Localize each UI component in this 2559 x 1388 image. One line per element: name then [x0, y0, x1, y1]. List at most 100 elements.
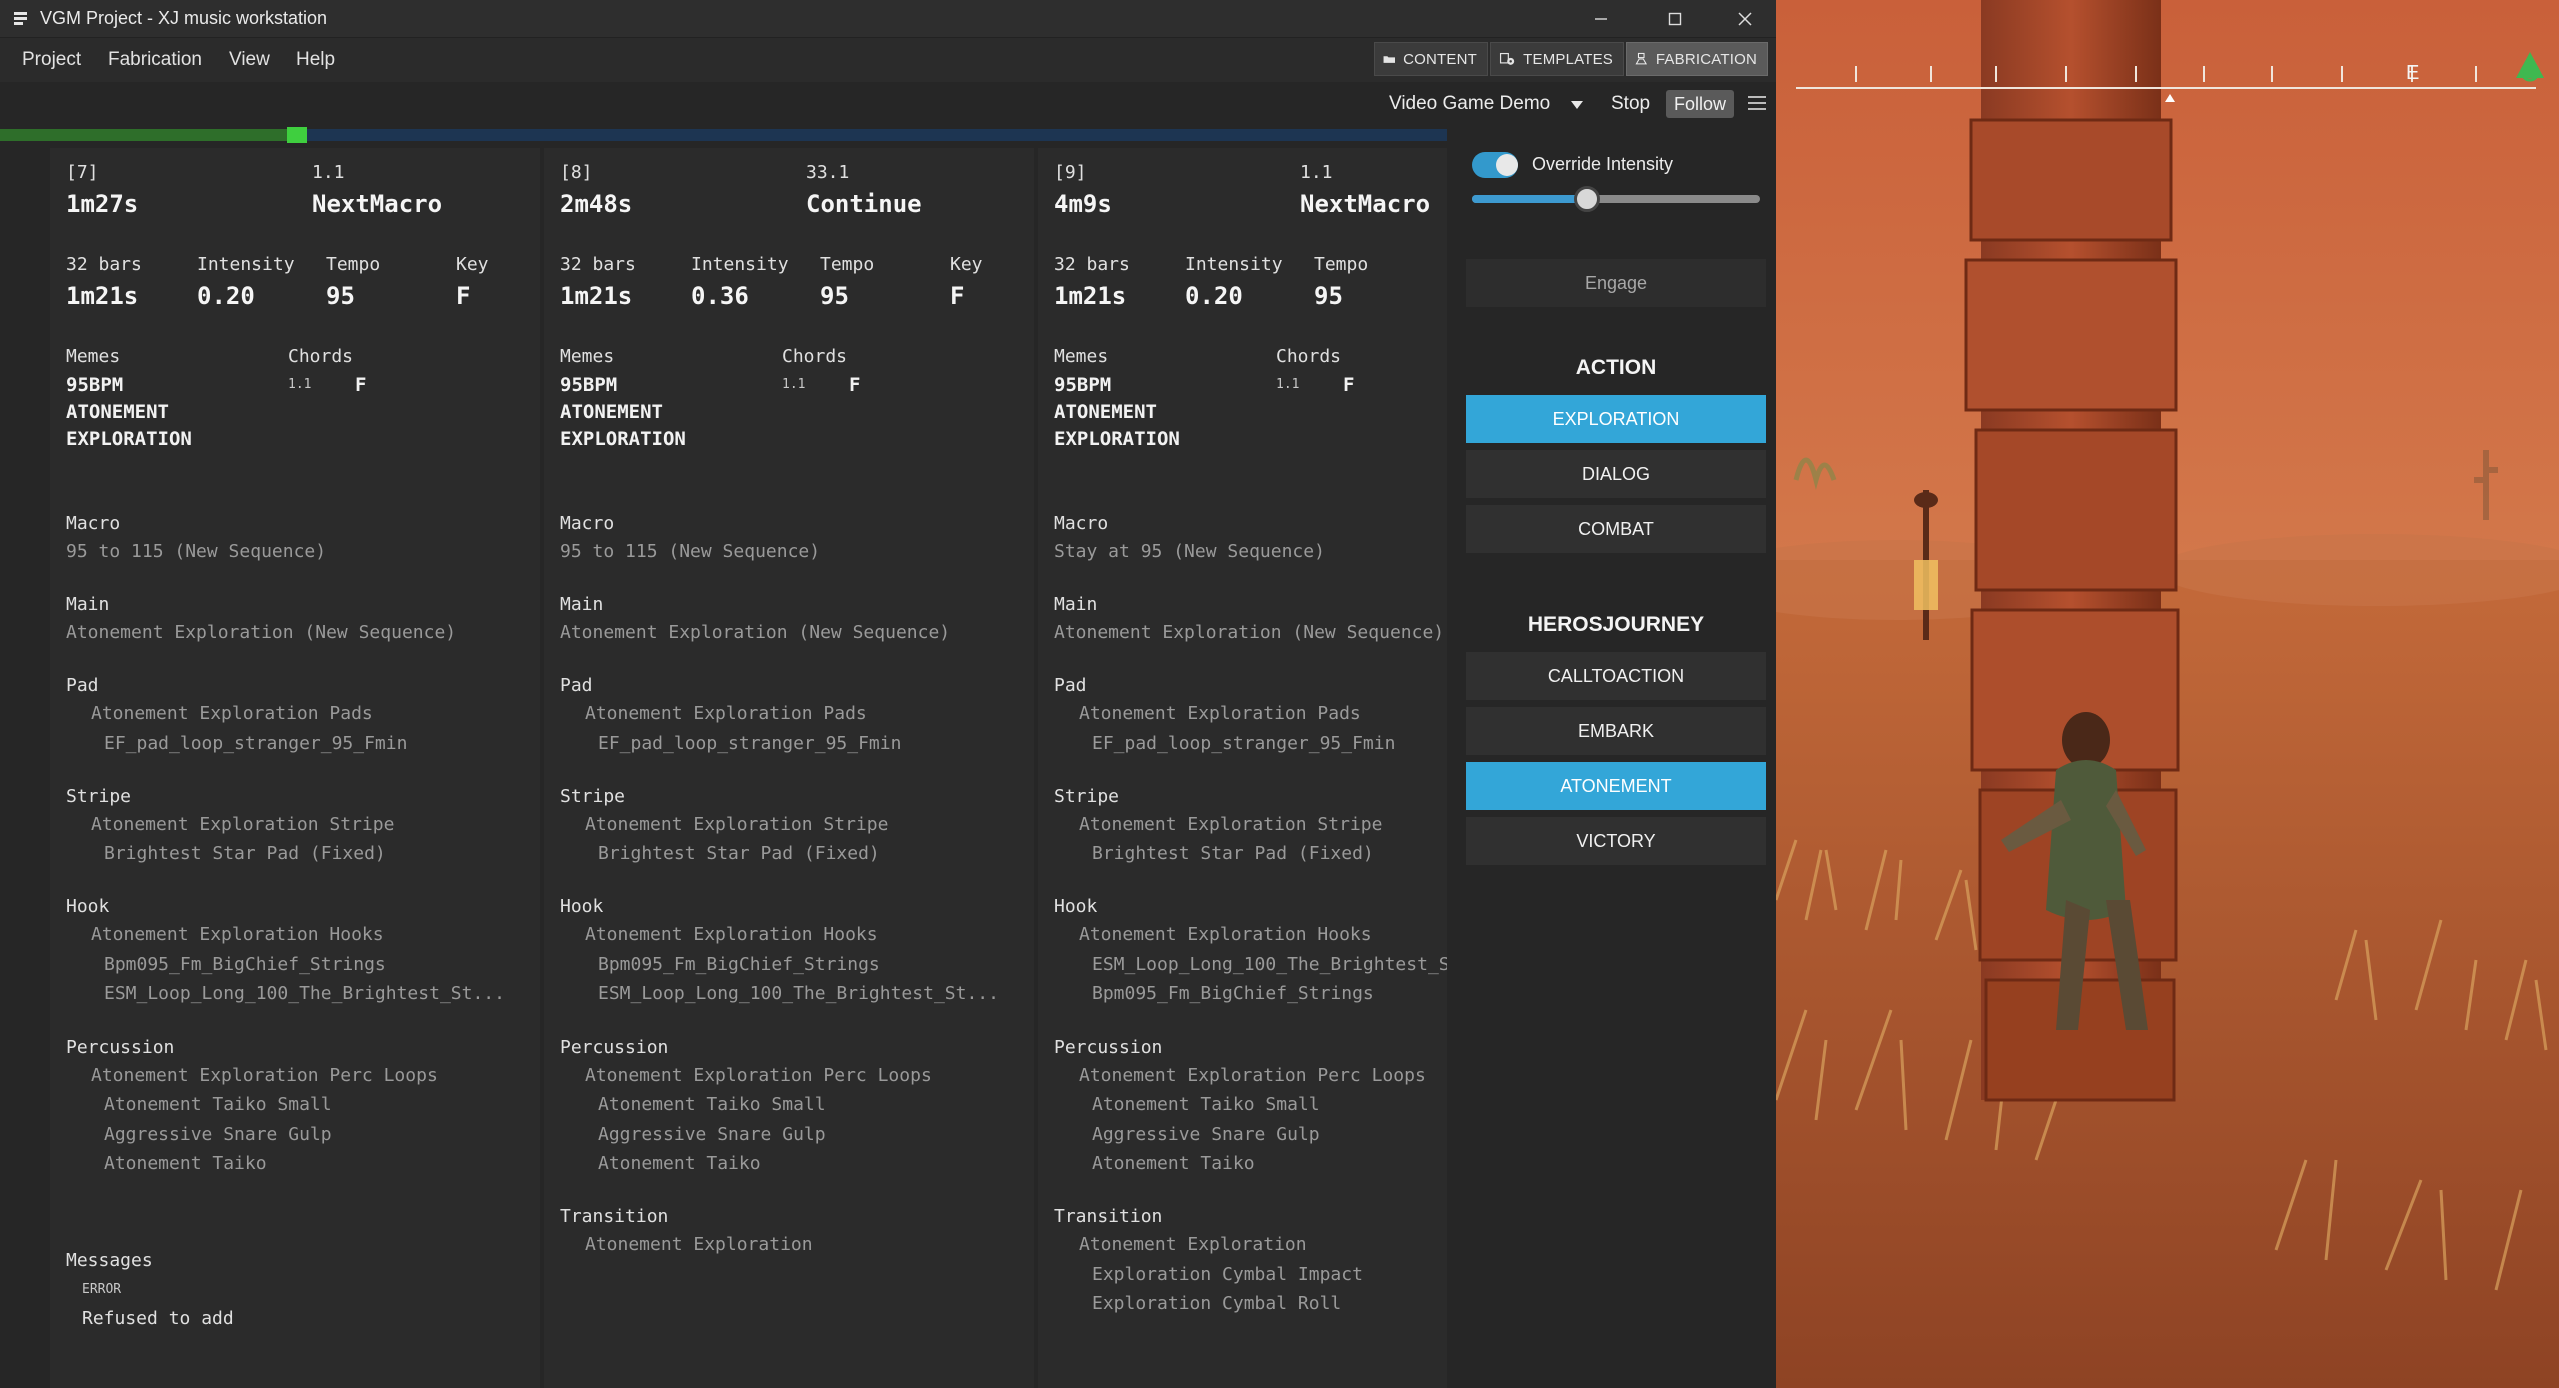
- segment-duration: 2m48s: [560, 190, 633, 218]
- section-line: 95 to 115 (New Sequence): [560, 541, 821, 562]
- section-line: Atonement Taiko: [1092, 1153, 1255, 1174]
- template-select[interactable]: Video Game Demo: [1389, 93, 1550, 115]
- segment-type: Continue: [806, 190, 922, 218]
- stop-button[interactable]: Stop: [1611, 93, 1650, 115]
- section-line: Brightest Star Pad (Fixed): [104, 843, 386, 865]
- macro-button-calltoaction[interactable]: CALLTOACTION: [1465, 651, 1767, 701]
- section-heading: Pad: [66, 675, 99, 697]
- menu-view[interactable]: View: [229, 49, 270, 71]
- section-line: Atonement Exploration Stripe: [585, 813, 889, 835]
- tab-content[interactable]: CONTENT: [1374, 42, 1488, 76]
- tab-fabrication-label: FABRICATION: [1655, 50, 1757, 68]
- override-intensity-label: Override Intensity: [1532, 154, 1674, 174]
- override-intensity-toggle[interactable]: [1472, 152, 1518, 178]
- section-heading: Percussion: [560, 1036, 669, 1058]
- section-line: ERROR: [82, 1282, 122, 1298]
- section-heading: Messages: [66, 1250, 153, 1272]
- stat-label: Key: [456, 254, 489, 275]
- section-line: Atonement Taiko Small: [598, 1094, 826, 1115]
- section-line: ESM_Loop_Long_100_The_Brightest_S: [1092, 953, 1447, 975]
- game-scene-image: [1776, 0, 2559, 1388]
- macro-button-exploration[interactable]: EXPLORATION: [1465, 394, 1767, 444]
- intensity-slider-handle[interactable]: [1574, 186, 1600, 212]
- stat-label: Tempo: [326, 254, 381, 275]
- section-line: Brightest Star Pad (Fixed): [1092, 843, 1374, 865]
- section-heading: Hook: [560, 896, 604, 918]
- chord-name: F: [355, 374, 367, 396]
- memes-label: Memes: [560, 346, 615, 367]
- toggle-knob: [1496, 154, 1518, 176]
- stat-value: F: [456, 282, 471, 310]
- minimize-button[interactable]: [1570, 0, 1632, 38]
- stat-label: Intensity: [1185, 254, 1283, 275]
- section-heading: Percussion: [1054, 1036, 1163, 1058]
- playhead[interactable]: [287, 127, 307, 143]
- meme-tag: EXPLORATION: [560, 428, 686, 450]
- engage-button[interactable]: Engage: [1465, 258, 1767, 308]
- follow-toggle[interactable]: Follow: [1666, 90, 1734, 118]
- section-line: Refused to add: [82, 1307, 234, 1329]
- stat-label: Intensity: [691, 254, 789, 275]
- section-heading: Transition: [1054, 1206, 1163, 1228]
- close-icon: [1738, 12, 1752, 26]
- control-group-heading: HEROSJOURNEY: [1527, 613, 1705, 636]
- segment-column: [9] 1.1 4m9s NextMacro 32 bars 1m21s Intensity…: [1038, 148, 1447, 1388]
- chords-label: Chords: [288, 346, 354, 367]
- chevron-down-icon[interactable]: [1570, 100, 1584, 110]
- tab-content-label: CONTENT: [1403, 50, 1477, 68]
- section-line: EF_pad_loop_stranger_95_Fmin: [598, 732, 902, 754]
- maximize-button[interactable]: [1644, 0, 1706, 38]
- meme-tag: 95BPM: [66, 374, 124, 396]
- section-heading: Macro: [1054, 513, 1109, 534]
- stat-label: 32 bars: [66, 254, 142, 275]
- segment-column: [8] 33.1 2m48s Continue 32 bars 1m21s Intensit…: [544, 148, 1034, 1388]
- stat-value: 0.20: [197, 282, 255, 310]
- hamburger-menu-icon[interactable]: [1747, 94, 1767, 112]
- section-line: Atonement Exploration (New Sequence): [1054, 622, 1445, 644]
- tab-templates[interactable]: TEMPLATES: [1490, 42, 1624, 76]
- section-line: Atonement Exploration (New Sequence): [66, 622, 457, 644]
- segment-offset: 33.1: [806, 162, 850, 183]
- macro-button-victory[interactable]: VICTORY: [1465, 816, 1767, 866]
- macro-button-atonement[interactable]: ATONEMENT: [1465, 761, 1767, 811]
- chord-name: F: [849, 374, 861, 396]
- stat-value: 0.36: [691, 282, 749, 310]
- control-group-heading: ACTION: [1575, 356, 1657, 379]
- stat-value: 95: [326, 282, 355, 310]
- section-line: Atonement Exploration Perc Loops: [1079, 1064, 1426, 1086]
- chord-name: F: [1343, 374, 1355, 396]
- stat-label: Intensity: [197, 254, 295, 275]
- tab-fabrication[interactable]: FABRICATION: [1626, 42, 1768, 76]
- chord-position: 1.1: [288, 377, 312, 392]
- window-title: VGM Project - XJ music workstation: [40, 8, 328, 28]
- section-line: Atonement Exploration Stripe: [91, 813, 395, 835]
- title-bar: VGM Project - XJ music workstation: [0, 0, 1776, 38]
- fabrication-icon: [1635, 52, 1648, 65]
- section-line: Aggressive Snare Gulp: [1092, 1123, 1320, 1145]
- macro-button-dialog[interactable]: DIALOG: [1465, 449, 1767, 499]
- close-button[interactable]: [1714, 0, 1776, 38]
- meme-tag: EXPLORATION: [1054, 428, 1180, 450]
- section-line: Stay at 95 (New Sequence): [1054, 541, 1325, 562]
- section-heading: Stripe: [1054, 785, 1120, 807]
- section-line: Bpm095_Fm_BigChief_Strings: [1092, 983, 1374, 1005]
- stat-label: Key: [950, 254, 983, 275]
- section-heading: Stripe: [66, 785, 132, 807]
- section-line: EF_pad_loop_stranger_95_Fmin: [1092, 732, 1396, 754]
- macro-button-embark[interactable]: EMBARK: [1465, 706, 1767, 756]
- app-icon: [14, 12, 27, 25]
- macro-button-combat[interactable]: COMBAT: [1465, 504, 1767, 554]
- stat-value: 95: [1314, 282, 1343, 310]
- menu-fabrication[interactable]: Fabrication: [108, 49, 202, 71]
- memes-label: Memes: [66, 346, 121, 367]
- section-heading: Pad: [1054, 675, 1087, 697]
- menu-help[interactable]: Help: [296, 49, 335, 71]
- segment-duration: 1m27s: [66, 190, 139, 218]
- section-heading: Macro: [560, 513, 615, 534]
- maximize-icon: [1668, 12, 1682, 26]
- section-heading: Pad: [560, 675, 593, 697]
- menu-project[interactable]: Project: [22, 49, 81, 71]
- templates-icon: [1499, 52, 1515, 65]
- section-line: 95 to 115 (New Sequence): [66, 541, 327, 562]
- section-line: Atonement Exploration Pads: [91, 703, 373, 725]
